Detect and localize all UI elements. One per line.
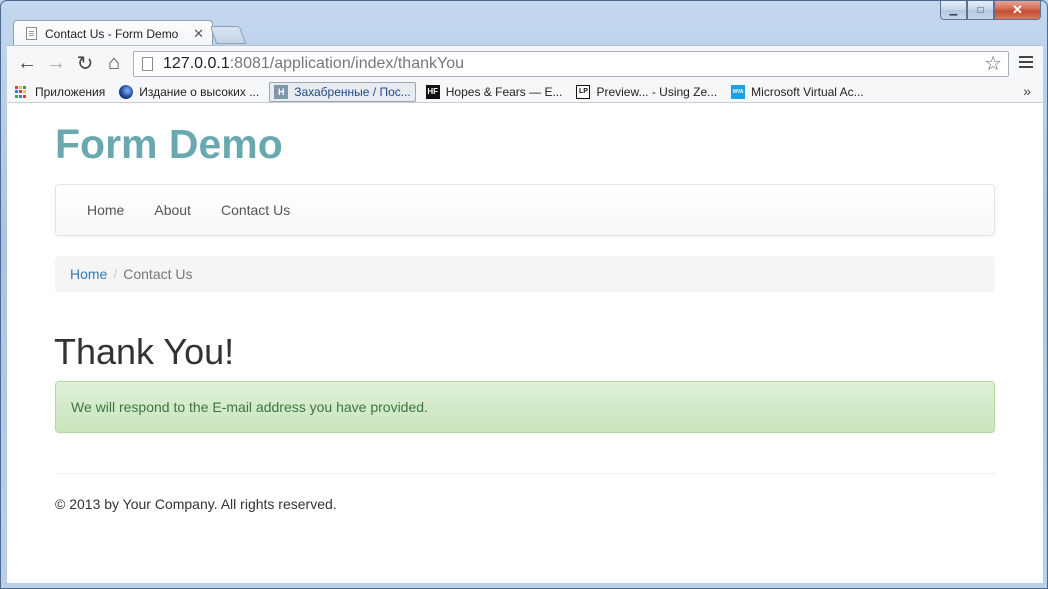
new-tab-button[interactable] [209, 26, 247, 44]
bookmarks-bar: Приложения Издание о высоких ... H Захаб… [7, 81, 1043, 103]
success-alert: We will respond to the E-mail address yo… [55, 381, 995, 433]
menu-icon[interactable] [1019, 56, 1033, 71]
breadcrumb-home-link[interactable]: Home [70, 266, 107, 282]
nav-about[interactable]: About [139, 202, 206, 218]
bookmark-item[interactable]: H Захабренные / Пос... [269, 81, 416, 102]
breadcrumb: Home / Contact Us [55, 256, 995, 292]
footer-copyright: © 2013 by Your Company. All rights reser… [55, 496, 337, 512]
page-title: Thank You! [54, 331, 235, 372]
reload-icon[interactable]: ↻ [71, 50, 99, 78]
hf-logo-icon: HF [425, 84, 440, 99]
lp-logo-icon: LP [576, 84, 591, 99]
url-path: :8081/application/index/thankYou [229, 55, 464, 72]
home-icon[interactable]: ⌂ [100, 50, 128, 78]
window-controls: ▁ □ ✕ [940, 1, 1041, 21]
bookmark-label: Захабренные / Пос... [294, 84, 411, 99]
minimize-button[interactable]: ▁ [940, 1, 967, 20]
circle-logo-icon [119, 84, 134, 99]
mva-logo-icon: MVA [731, 84, 746, 99]
tab-contact-us[interactable]: Contact Us - Form Demo ✕ [13, 20, 213, 46]
page-icon [142, 57, 153, 71]
bookmark-item[interactable]: LP Preview... - Using Ze... [572, 82, 721, 102]
apps-grid-icon [15, 85, 29, 99]
bookmark-label: Приложения [35, 84, 106, 99]
browser-toolbar: ← → ↻ ⌂ 127.0.0.1:8081/application/index… [7, 45, 1043, 81]
bookmark-item[interactable]: Издание о высоких ... [115, 82, 263, 102]
breadcrumb-current: Contact Us [123, 266, 193, 282]
breadcrumb-separator: / [113, 266, 118, 282]
close-window-button[interactable]: ✕ [994, 1, 1041, 20]
bookmarks-overflow-icon[interactable]: » [1023, 83, 1031, 99]
footer-divider [55, 473, 995, 474]
bookmark-label: Preview... - Using Ze... [596, 84, 718, 99]
bookmark-label: Microsoft Virtual Ac... [751, 84, 864, 99]
site-navbar: Home About Contact Us [55, 184, 995, 236]
bookmark-star-icon[interactable]: ☆ [984, 52, 1002, 76]
bookmark-apps[interactable]: Приложения [11, 82, 109, 102]
address-bar[interactable]: 127.0.0.1:8081/application/index/thankYo… [133, 51, 1009, 77]
nav-contact-us[interactable]: Contact Us [206, 202, 305, 218]
back-icon[interactable]: ← [13, 50, 41, 78]
bookmark-label: Издание о высоких ... [139, 84, 260, 99]
bookmark-item[interactable]: MVA Microsoft Virtual Ac... [727, 82, 867, 102]
maximize-button[interactable]: □ [967, 1, 994, 20]
bookmark-label: Hopes & Fears — E... [445, 84, 563, 99]
bookmark-item[interactable]: HF Hopes & Fears — E... [422, 82, 567, 102]
forward-icon[interactable]: → [42, 50, 70, 78]
page-icon [26, 27, 37, 40]
browser-window: ▁ □ ✕ Contact Us - Form Demo ✕ ← → ↻ ⌂ 1… [0, 0, 1048, 589]
tab-close-icon[interactable]: ✕ [193, 26, 204, 42]
tab-title: Contact Us - Form Demo [45, 26, 179, 41]
site-brand[interactable]: Form Demo [55, 121, 283, 168]
page-content: Form Demo Home About Contact Us Home / C… [7, 103, 1043, 583]
url-host: 127.0.0.1 [163, 55, 230, 72]
nav-home[interactable]: Home [72, 202, 139, 218]
h-logo-icon: H [274, 84, 289, 99]
